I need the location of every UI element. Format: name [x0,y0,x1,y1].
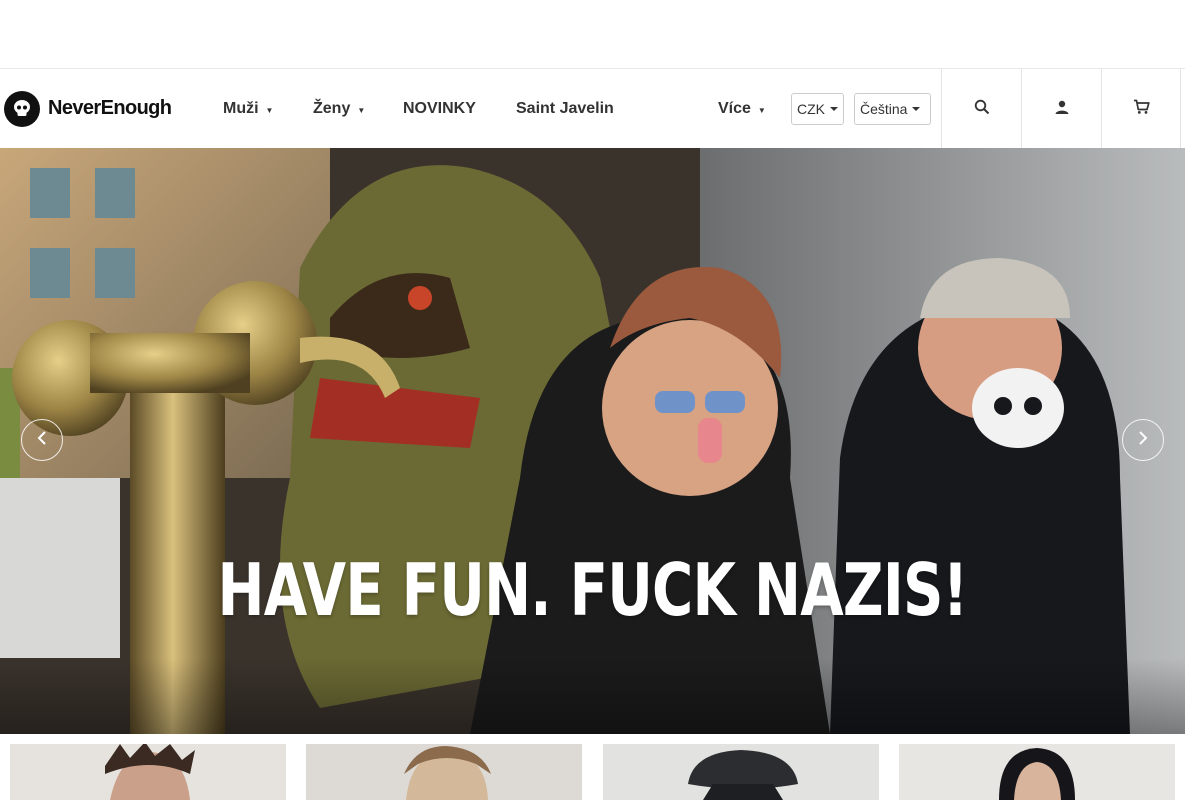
slider-prev-button[interactable] [21,419,63,461]
nav-item-zeny[interactable]: Ženy ▼ [313,69,365,149]
chevron-left-icon [36,430,48,451]
hero-image [0,148,1185,734]
category-tile-2[interactable] [306,744,582,800]
nav-item-label: Saint Javelin [516,100,614,117]
skull-logo-icon [4,90,40,127]
nav-item-more[interactable]: Více ▼ [718,69,766,149]
cart-icon [1133,99,1150,120]
chevron-down-icon: ▼ [265,105,274,115]
tile-photo [105,744,195,800]
chevron-down-icon: ▼ [357,105,366,115]
search-button[interactable] [941,69,1021,149]
currency-select[interactable]: CZK [791,93,844,125]
nav-item-label: Ženy [313,100,351,117]
category-tile-1[interactable] [10,744,286,800]
tile-photo [999,748,1075,800]
category-tiles [0,744,1185,800]
user-icon [1054,99,1070,120]
slider-next-button[interactable] [1122,419,1164,461]
language-select[interactable]: Čeština [854,93,931,125]
chevron-right-icon [1137,430,1149,451]
account-button[interactable] [1021,69,1101,149]
nav-item-label: Více [718,100,751,117]
nav-item-saint-javelin[interactable]: Saint Javelin [516,69,614,149]
nav-item-label: Muži [223,100,259,117]
currency-value: CZK [797,101,825,117]
tile-photo [688,750,798,800]
cart-button[interactable] [1101,69,1181,149]
category-tile-3[interactable] [603,744,879,800]
nav-item-label: NOVINKY [403,100,476,117]
search-icon [974,99,990,120]
nav-item-muzi[interactable]: Muži ▼ [223,69,273,149]
hero-slider: HAVE FUN. FUCK NAZIS! [0,148,1185,734]
language-value: Čeština [860,101,908,117]
caret-down-icon [912,107,921,111]
main-navbar: NeverEnough Muži ▼ Ženy ▼ NOVINKY Saint … [0,68,1185,149]
hero-headline: HAVE FUN. FUCK NAZIS! [217,548,969,632]
caret-down-icon [830,107,838,111]
chevron-down-icon: ▼ [757,105,766,115]
logo-text: NeverEnough [48,97,172,119]
tile-photo [404,746,491,800]
nav-item-novinky[interactable]: NOVINKY [403,69,476,149]
site-logo[interactable]: NeverEnough [4,90,172,127]
category-tile-4[interactable] [899,744,1175,800]
